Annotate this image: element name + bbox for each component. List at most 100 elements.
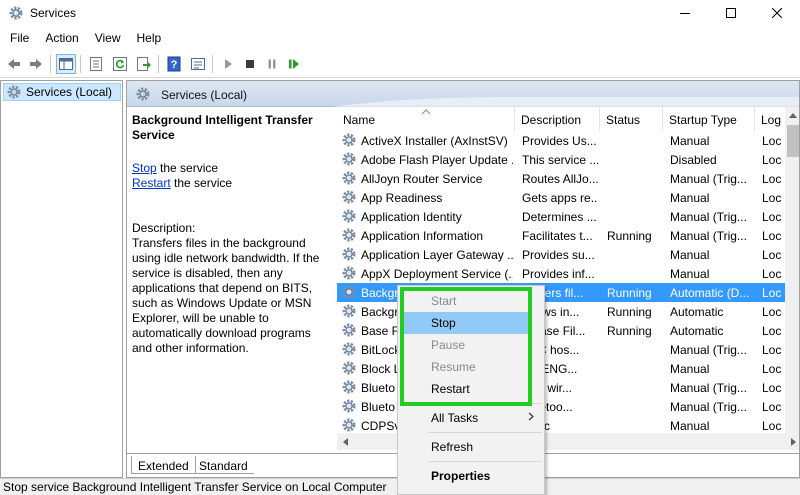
status-text: Stop service Background Intelligent Tran…: [3, 480, 387, 494]
service-cell-startup: Manual: [670, 134, 710, 148]
service-cell-startup: Automatic (D...: [670, 286, 750, 300]
back-button[interactable]: [4, 54, 24, 74]
gear-icon: [342, 342, 356, 356]
show-console-tree-button[interactable]: [56, 54, 76, 74]
forward-button[interactable]: [26, 54, 46, 74]
service-description-panel: Background Intelligent Transfer Service …: [132, 113, 328, 355]
description-text: Transfers files in the background using …: [132, 236, 320, 355]
menu-item-resume[interactable]: Resume: [398, 356, 544, 378]
restart-link-suffix: the service: [170, 176, 233, 190]
service-row[interactable]: AllJoyn Router Service Routes AllJo... Man…: [337, 169, 799, 188]
menu-item-refresh[interactable]: Refresh: [398, 436, 544, 458]
stop-icon: [246, 60, 254, 68]
menu-item-properties[interactable]: Properties: [398, 465, 544, 487]
restart-service-button[interactable]: [284, 54, 304, 74]
menu-file[interactable]: File: [0, 28, 37, 48]
menu-item-all-tasks[interactable]: All Tasks: [398, 407, 544, 429]
scrollbar-thumb[interactable]: [787, 125, 799, 157]
service-cell-startup: Manual (Trig...: [670, 229, 747, 243]
toolbar-separator: [50, 55, 51, 73]
service-row[interactable]: AppX Deployment Service (... Provides inf…: [337, 264, 799, 283]
console-tree: Services (Local): [0, 80, 123, 478]
chevron-right-icon: [528, 412, 534, 421]
column-header-description[interactable]: Description: [515, 107, 600, 131]
maximize-icon: [726, 8, 736, 18]
gear-icon: [342, 171, 356, 185]
stop-link-suffix: the service: [156, 161, 219, 175]
menu-item-stop[interactable]: Stop: [402, 312, 530, 334]
restart-service-link[interactable]: Restart: [132, 176, 171, 190]
column-label: Name: [343, 113, 376, 127]
maximize-button[interactable]: [708, 0, 754, 26]
service-row[interactable]: ActiveX Installer (AxInstSV) Provides Us.…: [337, 131, 799, 150]
menu-bar: File Action View Help: [0, 28, 800, 48]
scroll-right-button[interactable]: [785, 433, 799, 450]
refresh-button[interactable]: [110, 54, 130, 74]
scroll-left-button[interactable]: [337, 433, 353, 450]
tab-standard[interactable]: Standard: [193, 456, 254, 474]
menu-action[interactable]: Action: [37, 28, 86, 48]
properties-button[interactable]: [86, 54, 106, 74]
pane-title: Services (Local): [161, 88, 248, 102]
title-bar: Services: [0, 0, 800, 26]
service-row[interactable]: Application Identity Determines ... Manual…: [337, 207, 799, 226]
toolbar-separator: [212, 55, 213, 73]
menu-item-label: All Tasks: [431, 411, 479, 425]
scroll-up-button[interactable]: [785, 107, 799, 123]
pause-icon: [268, 59, 276, 69]
pause-service-button[interactable]: [262, 54, 282, 74]
menu-help[interactable]: Help: [129, 28, 170, 48]
service-cell-startup: Automatic: [670, 324, 724, 338]
service-row[interactable]: Application Information Facilitates t... R…: [337, 226, 799, 245]
service-cell-startup: Automatic: [670, 305, 724, 319]
menu-item-pause[interactable]: Pause: [398, 334, 544, 356]
toolbar-separator: [158, 55, 159, 73]
column-header-status[interactable]: Status: [600, 107, 663, 131]
menu-item-restart[interactable]: Restart: [398, 378, 544, 400]
column-header-startup-type[interactable]: Startup Type: [663, 107, 755, 131]
service-cell-startup: Manual: [670, 419, 710, 433]
menu-view[interactable]: View: [87, 28, 129, 48]
close-icon: [772, 8, 782, 18]
gear-icon: [342, 285, 356, 299]
stop-service-button[interactable]: [240, 54, 260, 74]
menu-item-start[interactable]: Start: [398, 290, 544, 312]
service-row[interactable]: App Readiness Gets apps re... Manual Loc: [337, 188, 799, 207]
service-cell-startup: Manual: [670, 248, 710, 262]
service-cell-name: AppX Deployment Service (...: [361, 267, 513, 281]
service-cell-description: Provides Us...: [522, 134, 597, 148]
sort-up-icon: [421, 109, 431, 115]
tree-item-label: Services (Local): [26, 85, 113, 99]
gear-icon: [342, 152, 356, 166]
service-cell-name: Application Information: [361, 229, 484, 243]
service-cell-status: Running: [607, 324, 652, 338]
service-cell-name: Application Layer Gateway ...: [361, 248, 513, 262]
tree-item-services-local[interactable]: Services (Local): [3, 83, 121, 101]
service-row[interactable]: Adobe Flash Player Update ... This servic…: [337, 150, 799, 169]
gear-icon: [342, 418, 356, 432]
minimize-button[interactable]: [662, 0, 708, 26]
service-cell-name: ActiveX Installer (AxInstSV): [361, 134, 508, 148]
column-header-name[interactable]: Name: [337, 107, 515, 131]
back-icon: [8, 59, 20, 69]
gear-icon: [342, 380, 356, 394]
start-service-button[interactable]: [218, 54, 238, 74]
close-button[interactable]: [754, 0, 800, 26]
service-cell-description: Gets apps re...: [522, 191, 598, 205]
help-button[interactable]: ?: [164, 54, 184, 74]
properties-icon: [90, 57, 102, 71]
details-button[interactable]: [188, 54, 208, 74]
export-list-button[interactable]: [134, 54, 154, 74]
stop-service-link[interactable]: Stop: [132, 161, 157, 175]
chevron-up-icon: [789, 112, 797, 118]
service-row[interactable]: Application Layer Gateway ... Provides su…: [337, 245, 799, 264]
tab-extended[interactable]: Extended: [131, 456, 196, 474]
toolbar: ?: [0, 50, 800, 78]
service-cell-name: Adobe Flash Player Update ...: [361, 153, 513, 167]
service-cell-startup: Manual: [670, 267, 710, 281]
gear-icon: [342, 247, 356, 261]
chevron-left-icon: [342, 437, 348, 446]
restart-icon: [289, 59, 299, 69]
service-cell-description: Facilitates t...: [522, 229, 593, 243]
vertical-scrollbar[interactable]: [785, 107, 799, 433]
